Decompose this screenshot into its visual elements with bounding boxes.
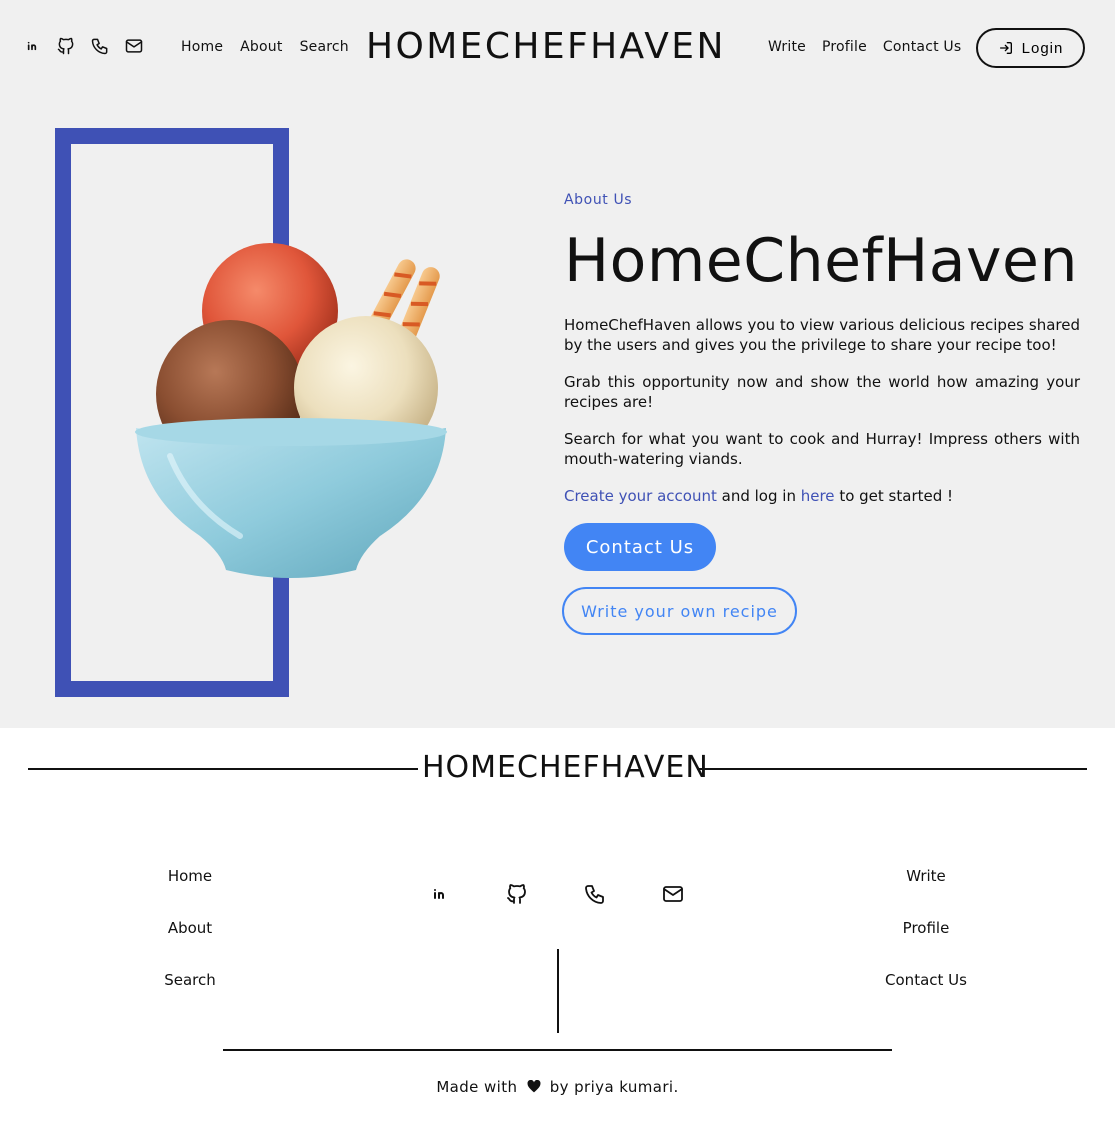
mail-icon[interactable] [124, 36, 144, 56]
nav-contact-link[interactable]: Contact Us [883, 39, 961, 55]
login-here-link[interactable]: here [801, 487, 835, 505]
nav-profile-link[interactable]: Profile [822, 39, 867, 55]
hero-cta-line: Create your account and log in here to g… [564, 486, 1080, 506]
phone-icon[interactable] [90, 36, 110, 56]
create-account-link[interactable]: Create your account [564, 487, 717, 505]
footer-vertical-divider [557, 949, 559, 1033]
ice-cream-bowl-image [135, 243, 447, 578]
hero-title: HomeChefHaven [564, 226, 1078, 296]
nav-home-link[interactable]: Home [181, 39, 223, 55]
heart-icon [527, 1080, 540, 1093]
github-icon[interactable] [505, 882, 529, 906]
login-button[interactable]: Login [976, 28, 1085, 68]
site-logo[interactable]: HOMECHEFHAVEN [366, 26, 726, 67]
made-suffix: by priya kumari. [549, 1078, 679, 1096]
made-with-credit: Made with by priya kumari. [0, 1078, 1115, 1096]
top-navbar: Home About Search HOMECHEFHAVEN Write Pr… [0, 0, 1115, 96]
nav-search-link[interactable]: Search [300, 39, 349, 55]
header-social-links [22, 36, 144, 56]
hero-paragraph-2: Grab this opportunity now and show the w… [564, 373, 1080, 411]
footer-search-link[interactable]: Search [90, 970, 290, 1022]
write-recipe-button[interactable]: Write your own recipe [562, 587, 797, 635]
footer-contact-link[interactable]: Contact Us [826, 970, 1026, 1022]
nav-right: Write Profile Contact Us [768, 39, 961, 55]
hero-description: HomeChefHaven allows you to view various… [564, 315, 1080, 523]
github-icon[interactable] [56, 36, 76, 56]
mail-icon[interactable] [661, 882, 685, 906]
footer-links-right: Write Profile Contact Us [826, 866, 1026, 1022]
footer-write-link[interactable]: Write [826, 866, 1026, 918]
footer-social-links [427, 882, 685, 906]
footer-profile-link[interactable]: Profile [826, 918, 1026, 970]
cta-end-text: to get started ! [839, 487, 954, 505]
nav-left: Home About Search [181, 39, 349, 55]
footer-divider-right [697, 768, 1087, 770]
linkedin-icon[interactable] [427, 882, 451, 906]
nav-about-link[interactable]: About [240, 39, 282, 55]
phone-icon[interactable] [583, 882, 607, 906]
footer-horizontal-divider [223, 1049, 892, 1051]
cta-middle-text: and log in [721, 487, 796, 505]
nav-write-link[interactable]: Write [768, 39, 806, 55]
login-label: Login [1021, 39, 1064, 57]
contact-us-button[interactable]: Contact Us [564, 523, 716, 571]
footer-logo[interactable]: HOMECHEFHAVEN [422, 750, 709, 785]
footer-about-link[interactable]: About [90, 918, 290, 970]
footer-home-link[interactable]: Home [90, 866, 290, 918]
hero-eyebrow: About Us [564, 192, 633, 208]
hero-section: Home About Search HOMECHEFHAVEN Write Pr… [0, 0, 1115, 728]
hero-paragraph-1: HomeChefHaven allows you to view various… [564, 316, 1080, 354]
login-icon [999, 42, 1012, 54]
hero-paragraph-3: Search for what you want to cook and Hur… [564, 430, 1080, 468]
linkedin-icon[interactable] [22, 36, 42, 56]
made-prefix: Made with [436, 1078, 518, 1096]
footer-divider-left [28, 768, 418, 770]
footer-links-left: Home About Search [90, 866, 290, 1022]
